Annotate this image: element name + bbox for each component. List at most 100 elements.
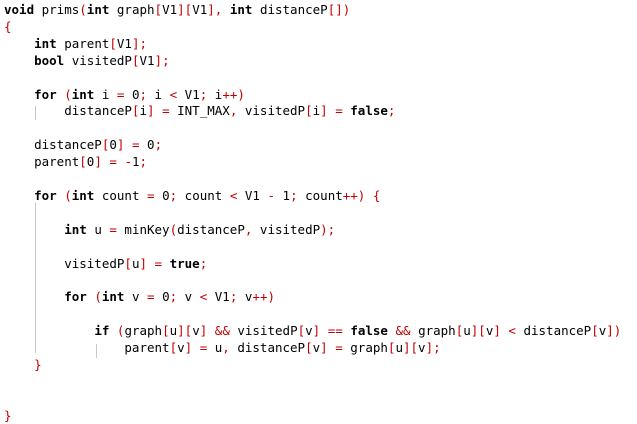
- code-token: ]: [139, 255, 148, 271]
- code-token: 0: [154, 187, 170, 203]
- code-token: -: [124, 154, 132, 170]
- code-token: -: [267, 187, 275, 203]
- code-token: for: [34, 86, 57, 102]
- code-token: {: [372, 187, 381, 203]
- code-token: u: [395, 340, 403, 355]
- code-token: ;: [199, 255, 208, 271]
- code-token: i: [94, 86, 117, 102]
- code-token: ;: [169, 289, 178, 305]
- code-token: V1: [162, 2, 178, 17]
- code-editor[interactable]: void prims(int graph[V1][V1], int distan…: [0, 0, 637, 423]
- code-token: }: [34, 356, 42, 372]
- code-token: =: [147, 187, 155, 203]
- code-line: distanceP[i] = INT_MAX, visitedP[i] = fa…: [4, 103, 395, 119]
- code-token: u: [169, 323, 178, 339]
- code-line: int u = minKey(distanceP, visitedP);: [4, 222, 335, 238]
- code-token: i: [147, 86, 170, 102]
- code-token: int: [101, 289, 125, 305]
- code-token: ;: [154, 137, 163, 153]
- code-token: [: [305, 340, 313, 355]
- code-token: visitedP: [237, 103, 306, 119]
- code-token: }: [4, 407, 12, 423]
- code-token: [: [154, 2, 163, 17]
- code-token: ;: [139, 154, 148, 170]
- code-token: ++): [222, 86, 245, 102]
- code-token: ]: [147, 103, 155, 119]
- code-token: count: [297, 187, 343, 203]
- code-line: bool visitedP[V1];: [4, 53, 170, 69]
- code-token: int: [86, 2, 110, 17]
- code-token: &&: [395, 323, 411, 339]
- code-token: ;: [290, 187, 298, 203]
- code-token: distanceP: [4, 137, 102, 153]
- code-token: v: [418, 340, 426, 355]
- code-line: {: [4, 19, 12, 35]
- code-token: minKey: [116, 221, 170, 237]
- code-line: parent[0] = -1;: [4, 154, 147, 170]
- code-token: =: [154, 255, 163, 271]
- code-line: if (graph[u][v] && visitedP[v] == false …: [4, 323, 621, 339]
- code-token: V1: [177, 86, 200, 102]
- code-line: }: [4, 357, 42, 373]
- code-token: [: [79, 154, 87, 170]
- code-token: &&: [214, 323, 230, 339]
- code-line: }: [4, 408, 12, 424]
- code-token: (: [64, 86, 72, 102]
- code-token: parent: [4, 340, 170, 355]
- code-token: ;: [169, 187, 178, 203]
- code-line: for (int v = 0; v < V1; v++): [4, 289, 275, 305]
- code-token: for: [64, 289, 87, 305]
- code-token: v: [177, 289, 200, 305]
- code-line: distanceP[0] = 0;: [4, 137, 162, 153]
- code-token: distanceP: [252, 2, 328, 17]
- code-token: (: [94, 289, 102, 305]
- code-token: graph: [342, 340, 388, 355]
- code-token: );: [320, 221, 336, 237]
- code-token: bool: [34, 52, 65, 68]
- code-token: ][: [402, 340, 419, 355]
- code-token: distanceP: [515, 323, 592, 339]
- code-token: V1: [116, 35, 132, 51]
- code-token: =: [335, 103, 343, 119]
- code-token: []): [327, 2, 351, 17]
- code-token: 0: [139, 137, 155, 153]
- code-token: <: [508, 323, 516, 339]
- code-token: distanceP: [177, 221, 245, 237]
- code-token: int: [229, 2, 253, 17]
- code-token: u: [463, 323, 471, 339]
- code-token: prims: [34, 2, 80, 17]
- code-token: {: [4, 18, 12, 34]
- code-token: 1: [275, 187, 291, 203]
- code-token: true: [169, 255, 200, 271]
- code-line: parent[v] = u, distanceP[v] = graph[u][v…: [4, 340, 440, 356]
- code-token: ],: [207, 2, 223, 17]
- code-token: graph: [109, 2, 155, 17]
- code-token: i: [312, 103, 321, 119]
- code-token: v: [177, 340, 185, 355]
- code-token: i: [139, 103, 147, 119]
- code-token: u: [86, 221, 110, 237]
- code-token: false: [350, 323, 388, 339]
- code-token: v: [192, 323, 200, 339]
- code-line: for (int count = 0; count < V1 - 1; coun…: [4, 188, 380, 204]
- code-line: int parent[V1];: [4, 36, 147, 52]
- code-token: for: [34, 187, 57, 203]
- code-token: 0: [124, 86, 140, 102]
- code-token: =: [335, 340, 343, 355]
- code-token: ]: [493, 323, 501, 339]
- code-token: ]: [320, 340, 328, 355]
